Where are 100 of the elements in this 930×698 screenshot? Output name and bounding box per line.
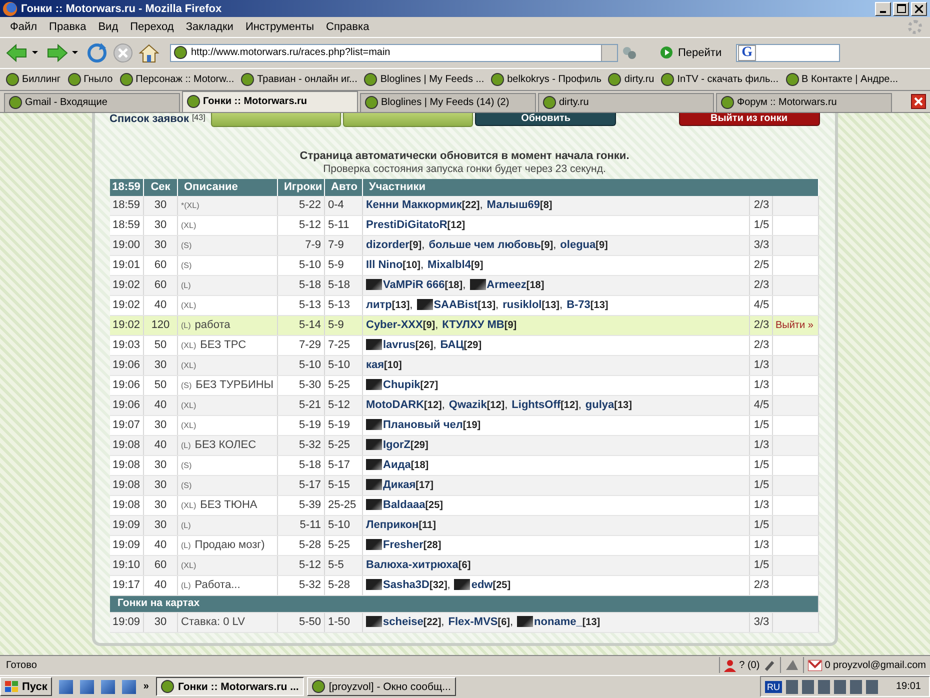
site-info-icon[interactable] <box>622 46 636 60</box>
window-icon <box>160 680 174 694</box>
menu-item[interactable]: Переход <box>124 20 180 33</box>
forward-arrow-icon[interactable] <box>46 42 68 63</box>
slots-cell: 1/3 <box>750 435 773 456</box>
player-link[interactable]: gulya <box>585 398 614 411</box>
player-link[interactable]: Ill Nino <box>366 258 403 271</box>
players-range-cell: 7-9 <box>278 235 324 256</box>
race-class-text: (S) <box>181 460 192 470</box>
race-class-text: (L) <box>181 440 191 450</box>
bookmark-item[interactable]: Персонаж :: Motorw... <box>120 72 234 86</box>
player-link[interactable]: Валюха-хитрюха <box>366 558 458 571</box>
player-link[interactable]: Леприкон <box>366 518 419 531</box>
maximize-button[interactable] <box>893 2 909 16</box>
player-link[interactable]: БАЦ <box>440 338 464 351</box>
address-field[interactable]: http://www.motorwars.ru/races.php?list=main <box>170 44 618 62</box>
stop-icon[interactable] <box>112 42 134 64</box>
bookmark-item[interactable]: Травиан - онлайн иг... <box>241 72 358 86</box>
player-link[interactable]: B-73 <box>566 298 590 311</box>
menu-item[interactable]: Справка <box>320 20 376 33</box>
leave-race-button[interactable]: Выйти из гонки <box>678 112 820 126</box>
player-link[interactable]: scheise <box>383 616 424 628</box>
browser-tab[interactable]: dirty.ru <box>538 92 714 112</box>
close-tab-button[interactable] <box>911 94 926 109</box>
bookmark-favicon-icon <box>786 72 798 86</box>
taskbar-window[interactable]: [proyzvol] - Окно сообщ... <box>306 677 456 696</box>
player-link[interactable]: VaMPiR 666 <box>383 278 445 291</box>
time-cell: 19:08 <box>110 475 144 496</box>
player-link[interactable]: olegua <box>560 238 596 251</box>
bookmark-item[interactable]: Bloglines | My Feeds ... <box>364 72 484 86</box>
bookmark-item[interactable]: Биллинг <box>6 72 61 86</box>
player-link[interactable]: Плановый чел <box>383 418 463 431</box>
browser-tab[interactable]: Bloglines | My Feeds (14) (2) <box>360 92 536 112</box>
bookmark-item[interactable]: InTV - скачать филь... <box>661 72 778 86</box>
home-icon[interactable] <box>138 42 160 64</box>
browser-tab[interactable]: Гонки :: Motorwars.ru <box>182 90 358 112</box>
player-link[interactable]: edw <box>471 578 493 591</box>
player-link[interactable]: литр <box>366 298 392 311</box>
player-link[interactable]: Chupik <box>383 378 420 391</box>
browser-tab[interactable]: Gmail - Входящие <box>4 92 180 112</box>
player-link[interactable]: Дикая <box>383 478 416 491</box>
column-header: Описание <box>178 178 278 196</box>
refresh-button[interactable]: Обновить <box>475 112 616 126</box>
menu-item[interactable]: Вид <box>92 20 124 33</box>
cars-range-cell: 5-15 <box>324 475 362 496</box>
race-class-text: (S) <box>181 380 192 390</box>
player-link[interactable]: MotoDARK <box>366 398 424 411</box>
menu-item[interactable]: Файл <box>4 20 44 33</box>
player-link[interactable]: Qwazik <box>448 398 487 411</box>
players-range-cell: 5-32 <box>278 435 324 456</box>
back-arrow-icon[interactable] <box>6 42 28 63</box>
player-link[interactable]: rusiklol <box>502 298 542 311</box>
player-link[interactable]: Аида <box>383 458 411 471</box>
player-link[interactable]: LightsOff <box>512 398 561 411</box>
bookmark-item[interactable]: dirty.ru <box>608 72 654 86</box>
reload-icon[interactable] <box>86 42 108 64</box>
player-link[interactable]: Sasha3D <box>383 578 430 591</box>
close-button[interactable] <box>911 2 927 16</box>
player-link[interactable]: Cyber-XXX <box>366 318 423 331</box>
player-link[interactable]: SAABist <box>434 298 478 311</box>
player-link[interactable]: Flex-MVS <box>448 616 498 628</box>
player-link[interactable]: lavrus <box>383 338 416 351</box>
player-link[interactable]: Armeez <box>486 278 526 291</box>
taskbar-window[interactable]: Гонки :: Motorwars.ru ... <box>156 677 304 696</box>
player-link[interactable]: Кенни Маккормик <box>366 198 462 211</box>
player-link[interactable]: IgorZ <box>383 438 410 451</box>
player-link[interactable]: больше чем любовь <box>428 238 541 251</box>
language-indicator[interactable]: RU <box>764 680 782 693</box>
player-link[interactable]: Mixalbl4 <box>428 258 471 271</box>
bookmark-item[interactable]: Гныло <box>68 72 113 86</box>
go-button[interactable]: Перейти <box>654 45 728 60</box>
menu-item[interactable]: Инструменты <box>239 20 320 33</box>
seconds-cell: 50 <box>144 375 178 396</box>
search-field[interactable]: G <box>736 44 840 62</box>
bookmark-item[interactable]: В Контакте | Андре... <box>786 72 898 86</box>
tab-button[interactable] <box>343 112 474 127</box>
player-link[interactable]: PrestiDiGitatoR <box>366 218 448 231</box>
minimize-button[interactable] <box>875 2 891 16</box>
player-link[interactable]: dizorder <box>366 238 410 251</box>
player-rating: [13] <box>614 400 632 411</box>
player-link[interactable]: Fresher <box>383 538 424 551</box>
players-range-cell: 5-10 <box>278 355 324 376</box>
players-range-cell: 5-18 <box>278 455 324 476</box>
menu-item[interactable]: Правка <box>43 20 92 33</box>
player-link[interactable]: кая <box>366 358 384 371</box>
player-link[interactable]: КТУЛХУ МВ <box>442 318 504 331</box>
tab-button[interactable] <box>211 112 342 127</box>
player-rating: [18] <box>526 280 544 291</box>
race-description: БЕЗ КОЛЕС <box>194 438 256 451</box>
player-link[interactable]: noname_ <box>534 616 582 628</box>
menu-item[interactable]: Закладки <box>180 20 240 33</box>
start-button[interactable]: Пуск <box>0 677 52 696</box>
browser-tab[interactable]: Форум :: Motorwars.ru <box>716 92 892 112</box>
players-range-cell: 5-28 <box>278 535 324 556</box>
slots-cell: 4/5 <box>750 295 773 316</box>
player-link[interactable]: Baldaaa <box>383 498 426 511</box>
bookmark-item[interactable]: belkokrys - Профиль <box>491 72 602 86</box>
player-link[interactable]: Малыш69 <box>486 198 540 211</box>
window-icon <box>312 680 325 694</box>
more-button[interactable]: » <box>143 681 149 692</box>
